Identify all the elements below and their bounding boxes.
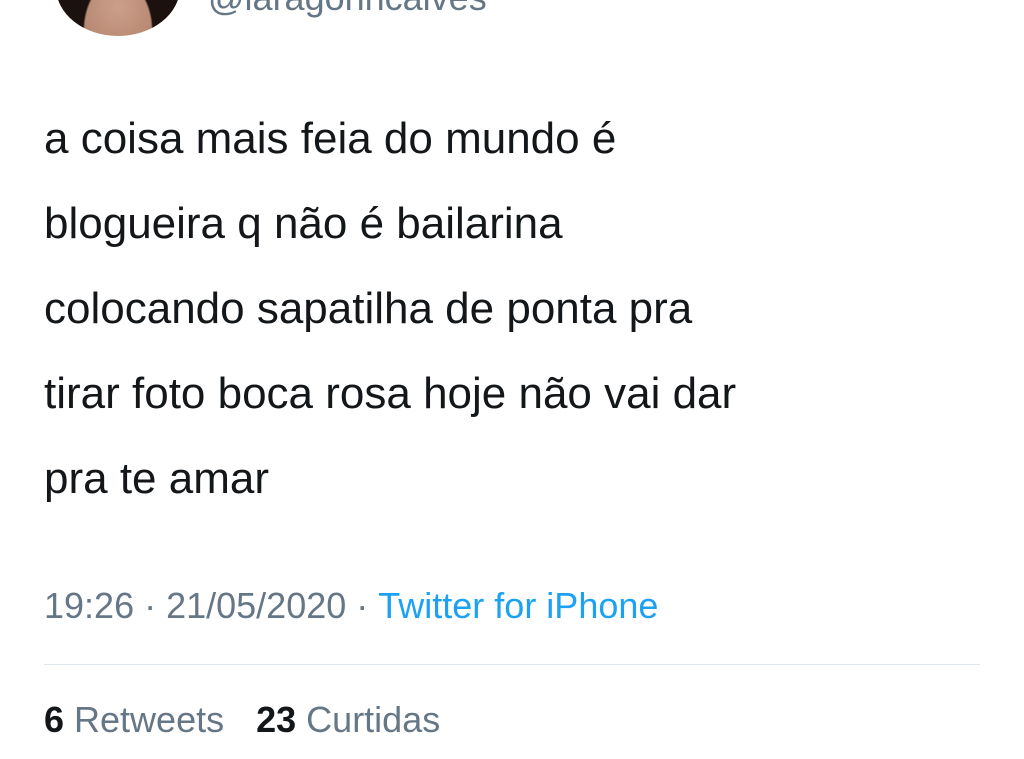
tweet-source-link[interactable]: Twitter for iPhone xyxy=(378,585,658,626)
author-handle[interactable]: @laragonncalves xyxy=(208,0,487,18)
tweet-date[interactable]: 21/05/2020 xyxy=(166,585,346,626)
divider xyxy=(44,664,980,665)
likes-stat[interactable]: 23 Curtidas xyxy=(256,696,440,744)
retweets-label: Retweets xyxy=(74,699,225,740)
tweet-time[interactable]: 19:26 xyxy=(44,585,134,626)
retweets-stat[interactable]: 6 Retweets xyxy=(44,696,224,744)
avatar[interactable] xyxy=(56,0,180,36)
avatar-image xyxy=(56,0,180,36)
meta-separator: · xyxy=(144,585,157,626)
likes-label: Curtidas xyxy=(306,699,441,740)
tweet-text: a coisa mais feia do mundo é blogueira q… xyxy=(44,114,737,503)
tweet-meta: 19:26 · 21/05/2020 · Twitter for iPhone xyxy=(44,582,658,630)
meta-separator: · xyxy=(356,585,369,626)
retweets-count: 6 xyxy=(44,699,65,740)
tweet-detail: @laragonncalves a coisa mais feia do mun… xyxy=(0,0,1024,759)
tweet-stats: 6 Retweets 23 Curtidas xyxy=(44,696,462,744)
likes-count: 23 xyxy=(256,699,297,740)
